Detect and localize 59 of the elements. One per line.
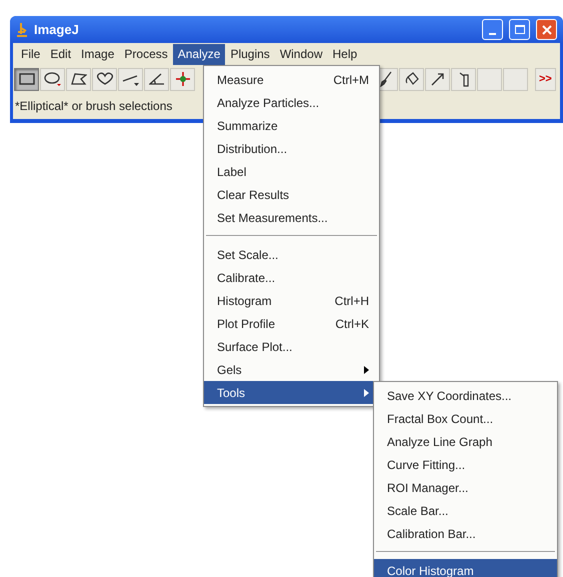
bucket-icon	[404, 71, 420, 87]
tool-button[interactable]	[14, 68, 39, 90]
menu-item[interactable]: Scale Bar...	[374, 499, 557, 522]
tool-button[interactable]	[92, 68, 117, 90]
menu-item[interactable]: Calibration Bar...	[374, 522, 557, 545]
menu-title[interactable]: File	[16, 44, 46, 64]
tool-button[interactable]	[66, 68, 91, 90]
menu-item[interactable]: Fractal Box Count...	[374, 407, 557, 430]
menu-title[interactable]: Edit	[45, 44, 76, 64]
menu-title[interactable]: Analyze	[172, 44, 226, 64]
arrow-icon	[430, 71, 446, 87]
maximize-button[interactable]	[509, 19, 530, 40]
menu-item[interactable]: ROI Manager...	[374, 476, 557, 499]
menu-item[interactable]: Gels	[204, 358, 379, 381]
submenu-arrow-icon	[364, 388, 369, 396]
more-tools-button[interactable]: >>	[535, 68, 556, 90]
shortcut-label: Ctrl+H	[334, 292, 369, 310]
menu-item[interactable]: Clear Results	[204, 183, 379, 206]
menu-item[interactable]: Histogram Ctrl+H	[204, 289, 379, 312]
angle-icon	[148, 72, 164, 86]
tool-button[interactable]	[118, 68, 143, 90]
tool-button[interactable]	[144, 68, 169, 90]
menu-item[interactable]: Curve Fitting...	[374, 453, 557, 476]
menu-item[interactable]: Set Scale...	[204, 243, 379, 266]
tool-button[interactable]	[40, 68, 65, 90]
microscope-icon	[16, 22, 28, 38]
menu-item[interactable]: Analyze Line Graph	[374, 430, 557, 453]
brush-icon	[378, 71, 392, 87]
oval-icon	[44, 71, 62, 87]
minimize-button[interactable]	[482, 19, 503, 40]
menu-item[interactable]: Color Histogram	[374, 559, 557, 577]
submenu-arrow-icon	[364, 366, 369, 374]
menu-item[interactable]: Distribution...	[204, 137, 379, 160]
shortcut-label: Ctrl+K	[335, 316, 369, 332]
menu-item[interactable]: Measure Ctrl+M	[204, 68, 379, 91]
menu-title[interactable]: Window	[274, 44, 328, 64]
close-button[interactable]	[536, 19, 557, 40]
menu-title[interactable]: Help	[328, 44, 362, 64]
menu-item[interactable]: Calibrate...	[204, 266, 379, 289]
tool-button[interactable]	[425, 68, 450, 90]
close-icon	[542, 24, 552, 34]
menu-item[interactable]: Set Measurements...	[204, 206, 379, 229]
polygon-icon	[70, 72, 86, 86]
status-text: *Elliptical* or brush selections	[15, 98, 172, 115]
shortcut-label: Ctrl+M	[333, 72, 369, 88]
crosshair-icon	[174, 71, 190, 87]
menu-title[interactable]: Plugins	[225, 44, 275, 64]
tool-button[interactable]	[399, 68, 424, 90]
menu-item[interactable]: Plot Profile Ctrl+K	[204, 312, 379, 335]
rectangle-icon	[18, 72, 34, 86]
tool-button[interactable]	[451, 68, 476, 90]
menu-title[interactable]: Process	[119, 44, 173, 64]
menu-item[interactable]: Summarize	[204, 114, 379, 137]
menu-item[interactable]: Analyze Particles...	[204, 91, 379, 114]
menu-item[interactable]: Label	[204, 160, 379, 183]
menu-title[interactable]: Image	[76, 44, 120, 64]
heart-icon	[96, 72, 114, 86]
window-title: ImageJ	[34, 20, 79, 39]
menu-item[interactable]: Surface Plot...	[204, 335, 379, 358]
